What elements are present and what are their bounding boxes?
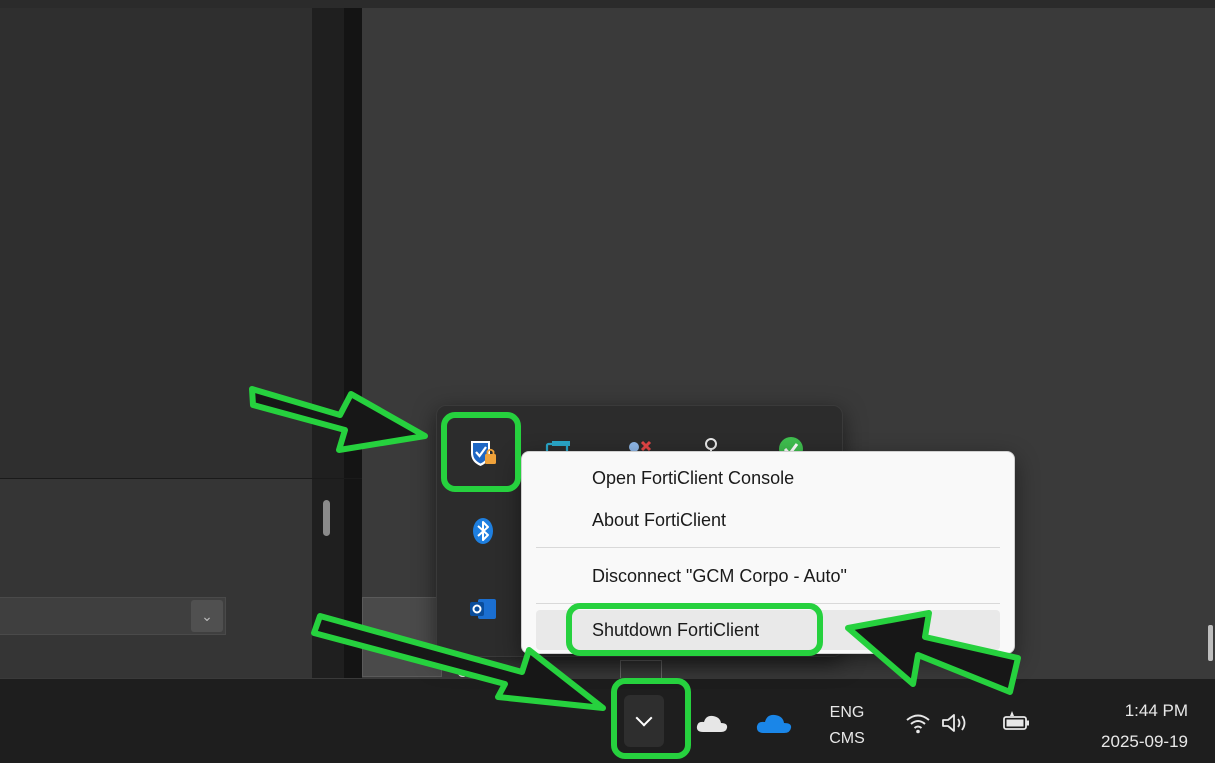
window-divider bbox=[312, 8, 344, 678]
menu-separator bbox=[536, 603, 1000, 604]
scrollbar-thumb[interactable] bbox=[323, 500, 330, 536]
taskbar bbox=[0, 678, 1215, 763]
menu-item-shutdown[interactable]: Shutdown FortiClient bbox=[536, 610, 1000, 650]
bluetooth-icon[interactable] bbox=[468, 516, 498, 546]
window-divider-dark bbox=[344, 8, 362, 678]
menu-item-open-console[interactable]: Open FortiClient Console bbox=[536, 458, 1000, 498]
background-window-left bbox=[0, 8, 312, 478]
clock-time: 1:44 PM bbox=[1124, 701, 1188, 720]
taskbar-clock[interactable]: 1:44 PM 2025-09-19 bbox=[1058, 695, 1188, 757]
onedrive-personal-cloud-icon[interactable] bbox=[695, 712, 729, 734]
outlook-icon[interactable] bbox=[468, 594, 498, 624]
volume-icon[interactable] bbox=[940, 711, 970, 735]
desktop-screen: ⌄ Coun ENG CMS 1:44 PM 2025-09-19 Open F… bbox=[0, 0, 1215, 763]
onedrive-business-cloud-icon[interactable] bbox=[755, 711, 793, 735]
menu-separator bbox=[536, 547, 1000, 548]
panel-divider-line bbox=[0, 478, 362, 479]
chevron-down-icon[interactable]: ⌄ bbox=[191, 600, 223, 632]
menu-item-disconnect[interactable]: Disconnect "GCM Corpo - Auto" bbox=[536, 556, 1000, 596]
clock-date: 2025-09-19 bbox=[1101, 732, 1188, 751]
forticlient-context-menu: Open FortiClient Console About FortiClie… bbox=[521, 451, 1015, 654]
right-scrollbar-thumb[interactable] bbox=[1208, 625, 1213, 661]
language-indicator[interactable]: ENG CMS bbox=[822, 700, 872, 752]
background-panel-box bbox=[362, 597, 442, 677]
input-method: CMS bbox=[829, 730, 865, 747]
background-dropdown[interactable]: ⌄ bbox=[0, 597, 226, 635]
battery-icon[interactable] bbox=[1001, 709, 1031, 733]
background-lower-panel bbox=[0, 478, 312, 679]
wifi-icon[interactable] bbox=[904, 711, 932, 735]
language-code: ENG bbox=[829, 704, 865, 721]
forticlient-shield-icon[interactable] bbox=[468, 438, 498, 468]
show-hidden-icons-button[interactable] bbox=[624, 695, 664, 747]
menu-item-about[interactable]: About FortiClient bbox=[536, 500, 1000, 540]
